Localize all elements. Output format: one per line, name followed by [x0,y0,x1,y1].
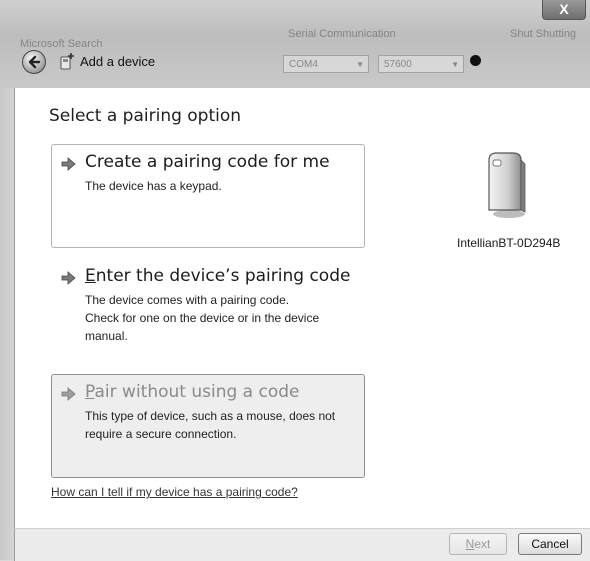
option-create-pairing-code[interactable]: Create a pairing code for me The device … [51,144,365,248]
option-pair-without-code[interactable]: Pair without using a code This type of d… [51,374,365,478]
chevron-down-icon: ▼ [451,60,459,69]
green-arrow-icon [61,387,76,401]
pairing-code-help-link[interactable]: How can I tell if my device has a pairin… [51,485,298,499]
option-enter-pairing-code[interactable]: Enter the device’s pairing code The devi… [51,258,365,348]
option-description: This type of device, such as a mouse, do… [85,409,336,441]
close-button[interactable]: X [542,0,586,20]
option-title: Enter the device’s pairing code [85,266,351,286]
background-window: Microsoft Search Serial Communication Sh… [0,20,590,80]
device-name: IntellianBT-0D294B [457,236,561,250]
option-description: The device has a keypad. [85,179,222,193]
green-arrow-icon [61,157,76,171]
back-button[interactable] [22,50,46,74]
option-title: Pair without using a code [85,382,300,402]
back-arrow-icon [28,55,41,69]
bg-search-label: Microsoft Search [20,38,103,50]
bg-port-combo: COM4 ▼ [283,55,369,73]
bg-baud-combo: 57600 ▼ [378,55,464,73]
cancel-button[interactable]: Cancel [518,533,582,555]
status-dot [470,55,481,66]
option-description: The device comes with a pairing code. Ch… [85,293,320,343]
chevron-down-icon: ▼ [356,60,364,69]
window-title: Add a device [80,54,156,69]
add-device-icon [60,53,74,70]
window-border [0,88,14,560]
green-arrow-icon [61,271,76,285]
wizard-footer: Next Cancel [14,528,590,561]
next-button[interactable]: Next [449,533,507,555]
option-title: Create a pairing code for me [85,152,330,172]
wizard-content: Select a pairing option Create a pairing… [14,88,590,528]
bg-group-label: Serial Communication [288,28,396,40]
generic-device-icon [488,152,526,218]
page-heading: Select a pairing option [49,106,242,126]
bg-right-label: Shut Shutting [510,28,577,40]
